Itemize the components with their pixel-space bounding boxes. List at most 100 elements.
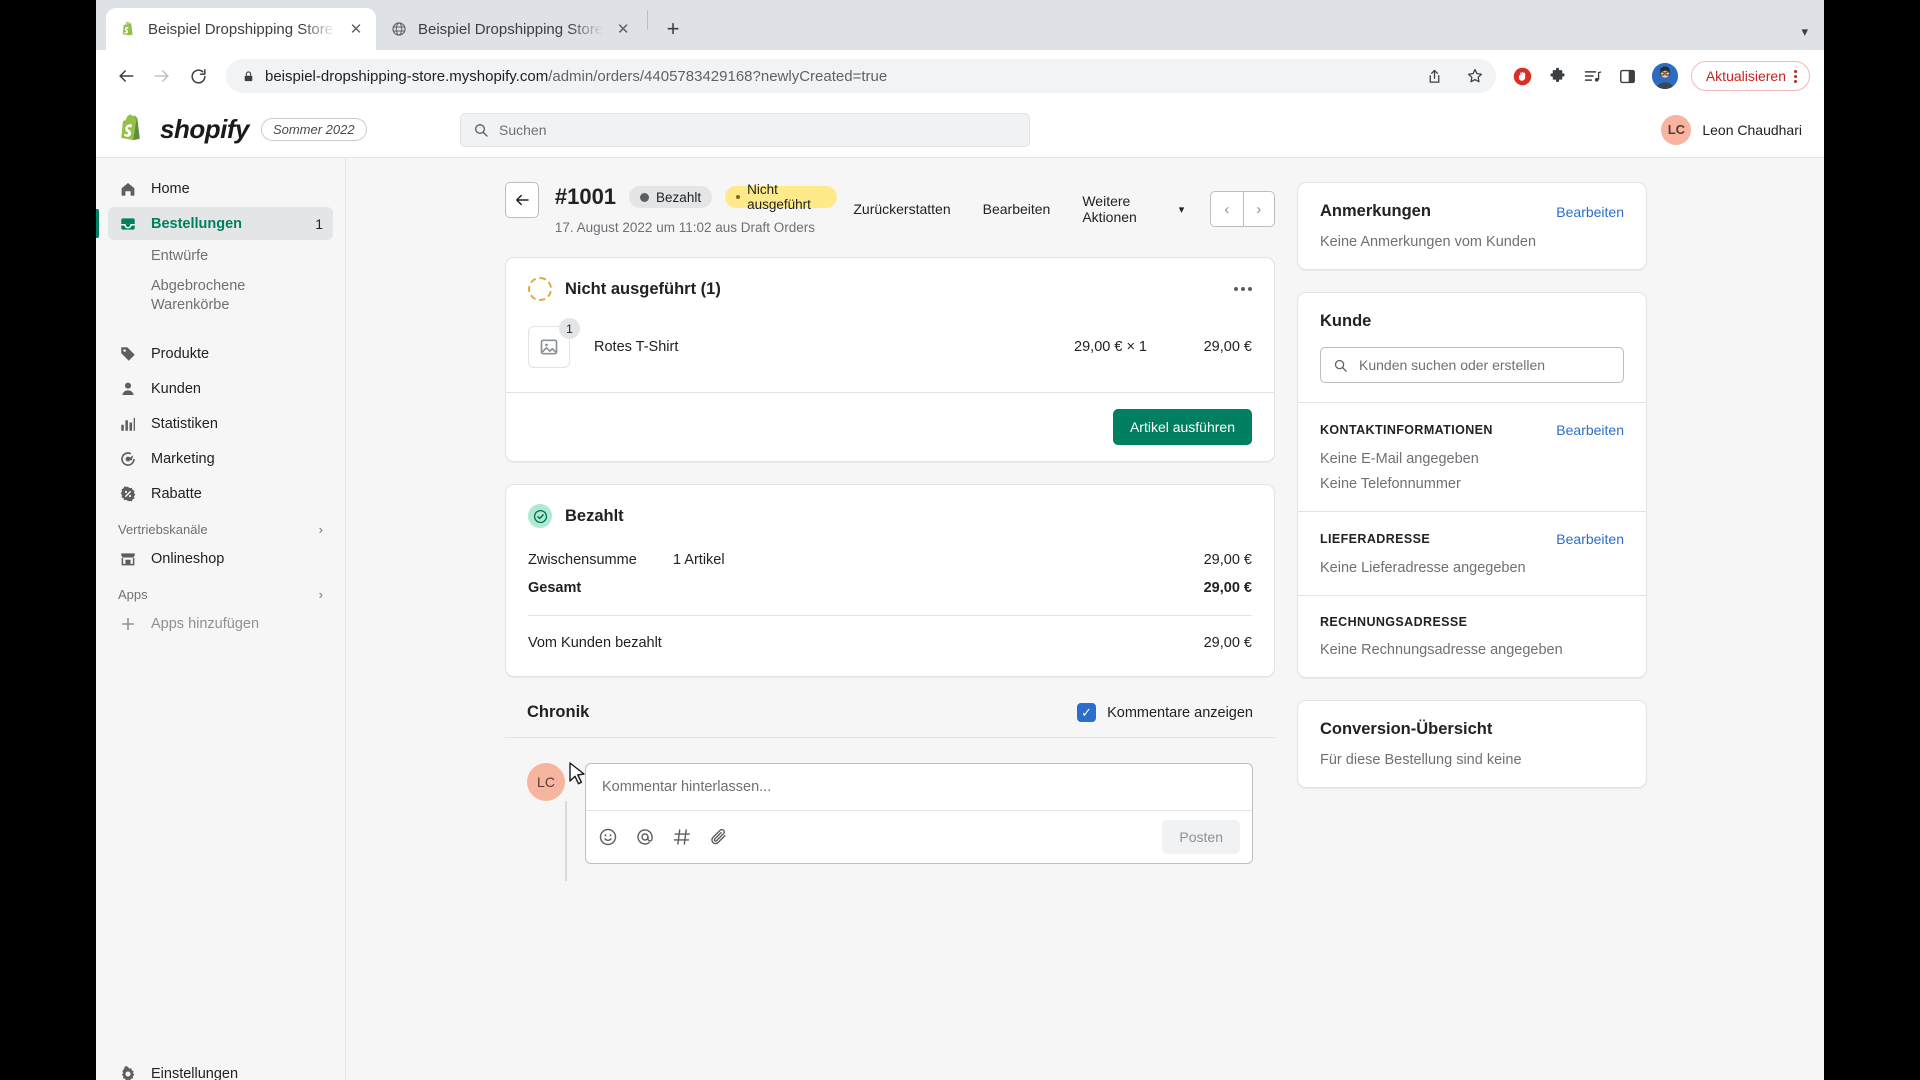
line-item-row: 1 Rotes T-Shirt 29,00 € × 1 29,00 € — [506, 318, 1274, 392]
back-to-orders-button[interactable] — [505, 182, 539, 218]
main-content: #1001 Bezahlt Nicht ausgeführt 17. Augus… — [346, 158, 1824, 1080]
order-main-column: #1001 Bezahlt Nicht ausgeführt 17. Augus… — [505, 182, 1275, 1080]
globe-favicon — [390, 20, 408, 38]
sidebar-item-statistiken[interactable]: Statistiken — [108, 408, 333, 441]
show-comments-label: Kommentare anzeigen — [1107, 704, 1253, 721]
global-search-input[interactable]: Suchen — [460, 112, 1030, 147]
more-actions-label: Weitere Aktionen — [1082, 193, 1137, 225]
sidebar-item-produkte[interactable]: Produkte — [108, 338, 333, 371]
discount-icon — [118, 485, 138, 503]
post-comment-button[interactable]: Posten — [1162, 820, 1240, 854]
side-panel-icon[interactable] — [1613, 61, 1643, 91]
sidebar-subitem-label: Entwürfe — [151, 248, 209, 264]
next-order-button[interactable]: › — [1242, 192, 1274, 226]
sidebar-item-label: Marketing — [151, 451, 215, 468]
order-pager: ‹ › — [1210, 191, 1275, 227]
tab-close-icon[interactable]: ✕ — [613, 19, 633, 39]
back-button[interactable] — [110, 60, 142, 92]
payment-card-title: Bezahlt — [565, 506, 624, 525]
share-icon[interactable] — [1420, 61, 1450, 91]
sidebar-item-label: Onlineshop — [151, 551, 225, 568]
media-list-icon[interactable] — [1578, 61, 1608, 91]
sidebar-item-label: Einstellungen — [151, 1065, 239, 1080]
sidebar-item-kunden[interactable]: Kunden — [108, 373, 333, 406]
line-item-total: 29,00 € — [1203, 339, 1252, 355]
order-date: 17. August 2022 um 11:02 aus Draft Order… — [554, 220, 816, 235]
profile-avatar[interactable] — [1651, 63, 1678, 89]
attachment-icon[interactable] — [709, 827, 729, 847]
conversion-summary-body: Für diese Bestellung sind keine — [1320, 752, 1522, 768]
store-icon — [118, 550, 138, 568]
sidebar-item-bestellungen[interactable]: Bestellungen 1 — [96, 207, 333, 240]
tab-close-icon[interactable]: ✕ — [346, 19, 366, 39]
shopify-logo[interactable]: shopify Sommer 2022 — [118, 113, 368, 147]
browser-menu-icon[interactable] — [1794, 69, 1797, 83]
plus-icon — [118, 616, 138, 632]
sidebar-item-label: Produkte — [151, 346, 210, 363]
chevron-right-icon: › — [318, 521, 323, 537]
user-menu[interactable]: LC Leon Chaudhari — [1661, 114, 1802, 145]
fulfill-items-button[interactable]: Artikel ausführen — [1112, 409, 1252, 445]
hashtag-icon[interactable] — [672, 827, 692, 847]
release-badge: Sommer 2022 — [260, 118, 367, 141]
sidebar-item-home[interactable]: Home — [108, 172, 333, 205]
total-amount: 29,00 € — [1203, 580, 1252, 596]
unfulfilled-status-icon — [528, 277, 552, 301]
total-row: Gesamt 29,00 € — [528, 574, 1252, 602]
dot-icon — [640, 192, 650, 202]
prev-order-button[interactable]: ‹ — [1211, 192, 1242, 226]
order-side-column: Anmerkungen Bearbeiten Keine Anmerkungen… — [1297, 182, 1647, 1080]
notes-edit-link[interactable]: Bearbeiten — [1556, 204, 1624, 220]
shipping-edit-link[interactable]: Bearbeiten — [1556, 531, 1624, 547]
fulfillment-card-footer: Artikel ausführen — [506, 392, 1274, 461]
forward-button[interactable] — [146, 60, 178, 92]
customer-search-input[interactable]: Kunden suchen oder erstellen — [1320, 347, 1624, 383]
edit-button[interactable]: Bearbeiten — [967, 194, 1067, 224]
notes-section: Anmerkungen Bearbeiten Keine Anmerkungen… — [1298, 183, 1646, 269]
overflow-menu-icon[interactable] — [1234, 287, 1252, 291]
orders-icon — [118, 215, 138, 233]
customer-search-placeholder: Kunden suchen oder erstellen — [1359, 357, 1546, 373]
customer-title: Kunde — [1320, 312, 1372, 330]
avatar: LC — [527, 763, 565, 801]
comment-input[interactable]: Kommentar hinterlassen... — [586, 764, 1252, 810]
chevron-down-icon[interactable]: ▾ — [1801, 24, 1808, 40]
sidebar-item-rabatte[interactable]: Rabatte — [108, 478, 333, 511]
comment-composer[interactable]: Kommentar hinterlassen... Posten — [585, 763, 1253, 864]
browser-tab-2[interactable]: Beispiel Dropshipping Store ✕ — [376, 8, 644, 50]
sidebar-item-marketing[interactable]: Marketing — [108, 443, 333, 476]
adblock-icon[interactable] — [1508, 61, 1538, 91]
sidebar-subitem-entwuerfe[interactable]: Entwürfe — [108, 242, 333, 272]
contact-edit-link[interactable]: Bearbeiten — [1556, 422, 1624, 438]
divider — [528, 615, 1252, 616]
paid-status-icon — [528, 504, 552, 528]
sidebar-section-vertriebskanaele[interactable]: Vertriebskanäle › — [108, 516, 333, 543]
contact-phone: Keine Telefonnummer — [1320, 476, 1461, 492]
home-icon — [118, 180, 138, 198]
mention-icon[interactable] — [635, 827, 655, 847]
sidebar-item-onlineshop[interactable]: Onlineshop — [108, 543, 333, 576]
paid-by-customer-label: Vom Kunden bezahlt — [528, 635, 662, 651]
reload-button[interactable] — [182, 60, 214, 92]
sidebar-badge-orders: 1 — [315, 215, 323, 232]
sidebar-section-apps[interactable]: Apps › — [108, 581, 333, 608]
update-button[interactable]: Aktualisieren — [1690, 61, 1810, 91]
more-actions-button[interactable]: Weitere Aktionen ▾ — [1066, 186, 1200, 232]
emoji-icon[interactable] — [598, 827, 618, 847]
browser-tab-1[interactable]: Beispiel Dropshipping Store · E ✕ — [106, 8, 376, 50]
order-header: #1001 Bezahlt Nicht ausgeführt 17. Augus… — [505, 182, 1275, 235]
refund-button[interactable]: Zurückerstatten — [837, 194, 966, 224]
lock-icon — [242, 70, 255, 83]
fulfillment-card-title: Nicht ausgeführt (1) — [565, 279, 721, 298]
star-icon[interactable] — [1460, 61, 1490, 91]
new-tab-button[interactable]: + — [656, 12, 690, 46]
address-bar[interactable]: beispiel-dropshipping-store.myshopify.co… — [226, 59, 1496, 93]
line-item-name[interactable]: Rotes T-Shirt — [594, 339, 972, 355]
extension-icons: Aktualisieren — [1508, 61, 1810, 91]
show-comments-toggle[interactable]: ✓ Kommentare anzeigen — [1077, 703, 1253, 722]
sidebar-item-einstellungen[interactable]: Einstellungen — [108, 1057, 333, 1080]
puzzle-icon[interactable] — [1543, 61, 1573, 91]
show-comments-checkbox[interactable]: ✓ — [1077, 703, 1097, 722]
sidebar-subitem-abgebrochene-warenkoerbe[interactable]: Abgebrochene Warenkörbe — [108, 272, 333, 321]
sidebar-item-apps-hinzufuegen[interactable]: Apps hinzufügen — [108, 608, 333, 641]
